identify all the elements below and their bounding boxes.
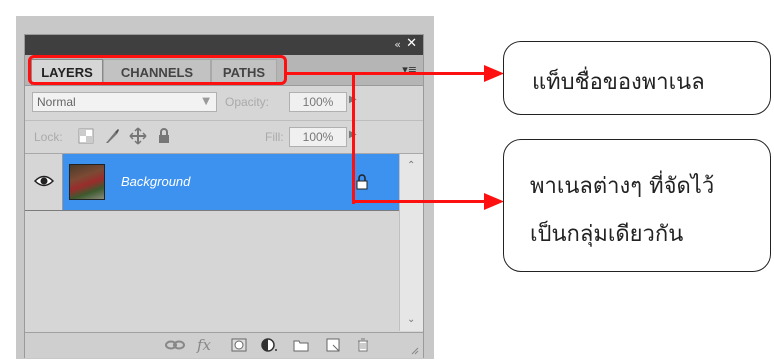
layer-lock-icon (356, 174, 368, 190)
lock-transparent-pixels-icon[interactable] (77, 127, 95, 145)
tabs-highlight-box (28, 55, 287, 85)
blend-opacity-row: Normal ▼ Opacity: 100% ▶ (25, 86, 423, 121)
arrow-line-tabs (287, 72, 487, 75)
blend-mode-value: Normal (37, 95, 76, 109)
opacity-input[interactable]: 100% (289, 92, 347, 112)
layers-list: Background (25, 154, 399, 331)
eye-icon (34, 175, 54, 187)
lock-label: Lock: (34, 130, 63, 144)
callout-grouped-panels: พาเนลต่างๆ ที่จัดไว้ เป็นกลุ่มเดียวกัน (503, 139, 771, 272)
new-group-icon[interactable] (293, 338, 309, 352)
delete-layer-icon[interactable] (355, 338, 371, 352)
layer-row-background[interactable]: Background (25, 154, 399, 211)
layers-scrollbar[interactable]: ⌃ ⌄ (399, 154, 423, 331)
chevron-down-icon: ▼ (202, 96, 210, 107)
link-layers-icon[interactable] (165, 338, 185, 352)
arrow-head-tabs-icon (484, 65, 504, 82)
adjustment-layer-icon[interactable] (261, 338, 277, 352)
callout-tab-names: แท็บชื่อของพาเนล (503, 41, 771, 115)
scroll-up-icon[interactable]: ⌃ (407, 160, 415, 171)
callout-grouped-line2: เป็นกลุ่มเดียวกัน (530, 222, 684, 247)
fill-input[interactable]: 100% (289, 127, 347, 147)
layer-name[interactable]: Background (121, 174, 190, 189)
add-mask-icon[interactable] (231, 338, 247, 352)
panel-bottom-toolbar: fx (25, 332, 423, 358)
resize-grip-icon[interactable] (411, 347, 419, 355)
opacity-label: Opacity: (225, 95, 270, 109)
new-layer-icon[interactable] (325, 338, 341, 352)
scroll-down-icon[interactable]: ⌄ (407, 314, 415, 325)
lock-all-icon[interactable] (155, 127, 173, 145)
collapse-icon[interactable]: « (394, 38, 401, 51)
callout-grouped-line1: พาเนลต่างๆ ที่จัดไว้ (530, 174, 715, 199)
arrow-head-grouped-icon (484, 193, 504, 210)
arrow-line-grouped (352, 200, 487, 203)
close-icon[interactable]: ✕ (406, 36, 417, 51)
callout-tab-names-text: แท็บชื่อของพาเนล (532, 70, 705, 95)
blend-mode-select[interactable]: Normal ▼ (32, 92, 217, 112)
lock-fill-row: Lock: Fill: 100% ▶ (25, 121, 423, 154)
fx-icon[interactable]: fx (197, 336, 211, 354)
lock-position-icon[interactable] (129, 127, 147, 145)
arrow-line-vertical (352, 73, 355, 204)
lock-image-pixels-icon[interactable] (103, 127, 121, 145)
panel-titlebar: « ✕ (25, 35, 423, 55)
visibility-toggle[interactable] (25, 154, 63, 210)
fill-label: Fill: (265, 130, 284, 144)
layer-thumbnail (69, 164, 105, 200)
